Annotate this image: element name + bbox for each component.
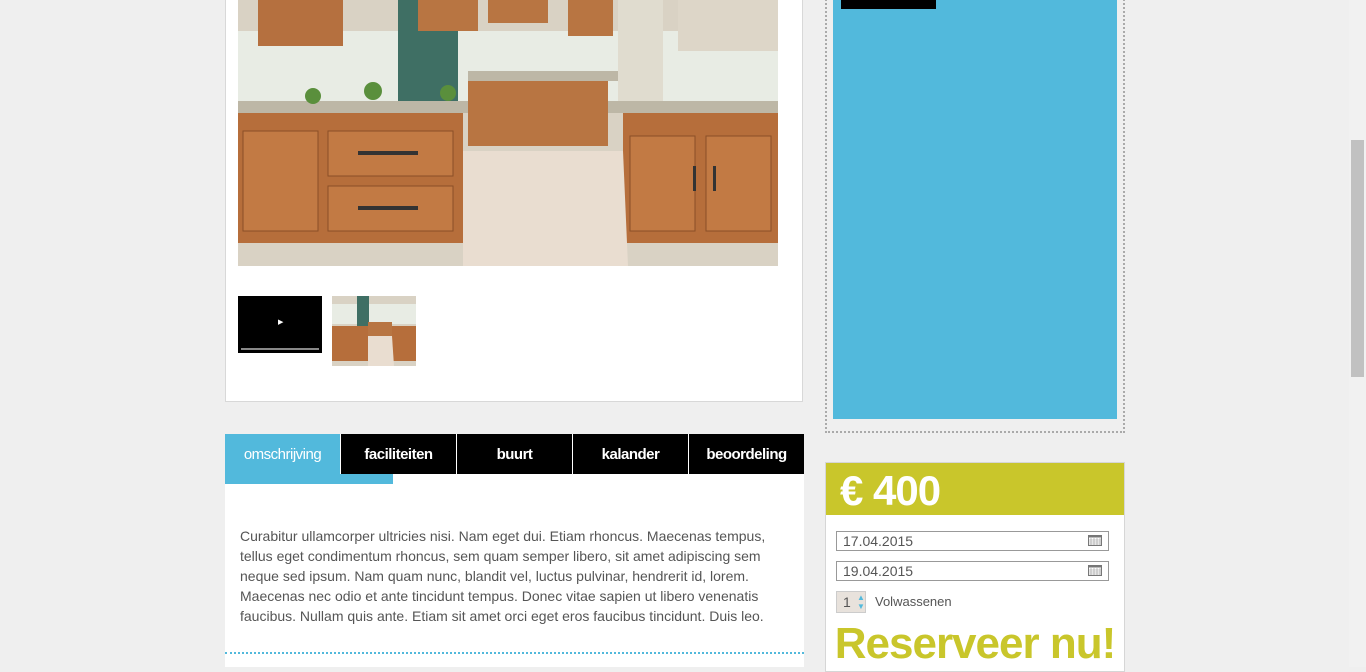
adults-value: 1 — [843, 594, 851, 610]
adults-stepper[interactable]: 1 ▲ ▼ — [836, 591, 866, 613]
adults-label: Volwassenen — [875, 594, 952, 609]
kitchen-photo-thumbnail[interactable] — [332, 296, 416, 366]
calendar-icon[interactable] — [1088, 535, 1102, 546]
tab-buurt[interactable]: buurt — [456, 434, 572, 474]
date-from-field[interactable] — [836, 531, 1109, 551]
section-divider — [225, 652, 804, 654]
active-tab-indicator — [225, 474, 393, 484]
price-header: € 400 — [826, 463, 1124, 515]
tab-kalander[interactable]: kalander — [572, 434, 688, 474]
kitchen-main-image — [238, 0, 778, 266]
reserve-button[interactable]: Reserveer nu! — [826, 617, 1124, 671]
tab-omschrijving[interactable]: omschrijving — [225, 434, 340, 474]
video-progress-bar — [241, 348, 319, 350]
tab-content-panel: Curabitur ullamcorper ultricies nisi. Na… — [225, 474, 804, 667]
tab-faciliteiten[interactable]: faciliteiten — [340, 434, 456, 474]
play-icon: ▶ — [278, 319, 284, 326]
ad-banner[interactable] — [833, 0, 1117, 419]
video-thumbnail[interactable]: ▶ — [238, 296, 322, 353]
calendar-icon[interactable] — [1088, 565, 1102, 576]
ad-top-bar — [841, 0, 936, 9]
date-to-field[interactable] — [836, 561, 1109, 581]
details-tabs: omschrijving faciliteiten buurt kalander… — [225, 434, 804, 474]
tab-beoordeling[interactable]: beoordeling — [688, 434, 804, 474]
price-label: € 400 — [840, 467, 941, 514]
stepper-arrows-icon[interactable]: ▲ ▼ — [857, 593, 865, 611]
description-text: Curabitur ullamcorper ultricies nisi. Na… — [240, 528, 766, 624]
scrollbar-thumb[interactable] — [1351, 140, 1364, 377]
gallery-card: ▶ — [225, 0, 803, 402]
